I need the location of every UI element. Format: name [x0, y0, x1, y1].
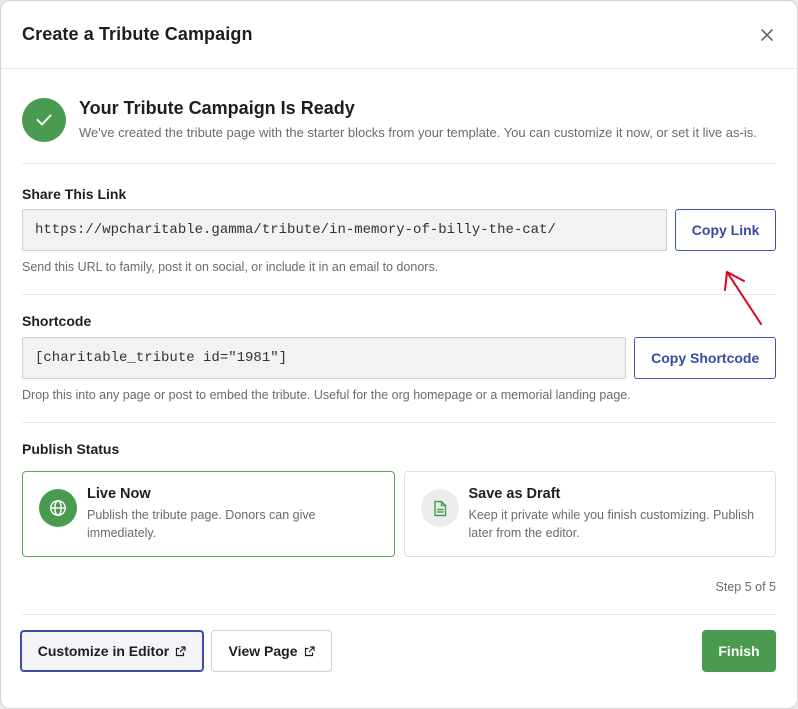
share-label: Share This Link	[22, 186, 127, 202]
check-icon	[22, 98, 66, 142]
save-draft-description: Keep it private while you finish customi…	[468, 508, 755, 540]
customize-label: Customize in Editor	[37, 643, 170, 659]
share-url-field[interactable]: https://wpcharitable.gamma/tribute/in-me…	[22, 209, 668, 251]
document-icon	[420, 489, 459, 527]
globe-icon	[39, 489, 77, 527]
footer-divider	[22, 614, 776, 615]
external-link-icon	[176, 645, 186, 656]
ready-banner: Your Tribute Campaign Is Ready We've cre…	[22, 69, 776, 164]
share-section: Share This Link https://wpcharitable.gam…	[22, 164, 776, 295]
finish-button[interactable]: Finish	[702, 630, 776, 672]
ready-description: We've created the tribute page with the …	[79, 125, 757, 140]
live-now-title: Live Now	[87, 486, 151, 502]
modal-header: Create a Tribute Campaign	[1, 1, 797, 69]
live-now-description: Publish the tribute page. Donors can giv…	[87, 508, 316, 540]
close-icon	[761, 28, 773, 41]
view-page-label: View Page	[228, 643, 298, 659]
shortcode-section: Shortcode [charitable_tribute id="1981"]…	[22, 295, 776, 423]
copy-link-button[interactable]: Copy Link	[675, 209, 776, 251]
modal-footer: Customize in Editor View Page Finish	[20, 630, 776, 672]
step-indicator: Step 5 of 5	[715, 580, 776, 594]
share-help-text: Send this URL to family, post it on soci…	[22, 260, 439, 274]
live-now-option[interactable]: Live Now Publish the tribute page. Donor…	[22, 471, 395, 557]
ready-title: Your Tribute Campaign Is Ready	[79, 98, 355, 118]
publish-section: Publish Status Live Now Publish the trib…	[22, 423, 776, 594]
save-draft-title: Save as Draft	[468, 486, 561, 502]
customize-in-editor-button[interactable]: Customize in Editor	[20, 630, 204, 672]
shortcode-help-text: Drop this into any page or post to embed…	[22, 388, 631, 402]
publish-label: Publish Status	[22, 441, 120, 457]
close-button[interactable]	[751, 19, 783, 51]
save-draft-option[interactable]: Save as Draft Keep it private while you …	[403, 471, 776, 557]
external-link-icon	[304, 645, 315, 656]
copy-shortcode-button[interactable]: Copy Shortcode	[634, 337, 776, 379]
shortcode-label: Shortcode	[22, 313, 92, 329]
modal: Create a Tribute Campaign Your Tribute C…	[0, 0, 798, 709]
modal-title: Create a Tribute Campaign	[22, 24, 253, 44]
shortcode-field[interactable]: [charitable_tribute id="1981"]	[22, 337, 627, 379]
view-page-button[interactable]: View Page	[211, 630, 332, 672]
